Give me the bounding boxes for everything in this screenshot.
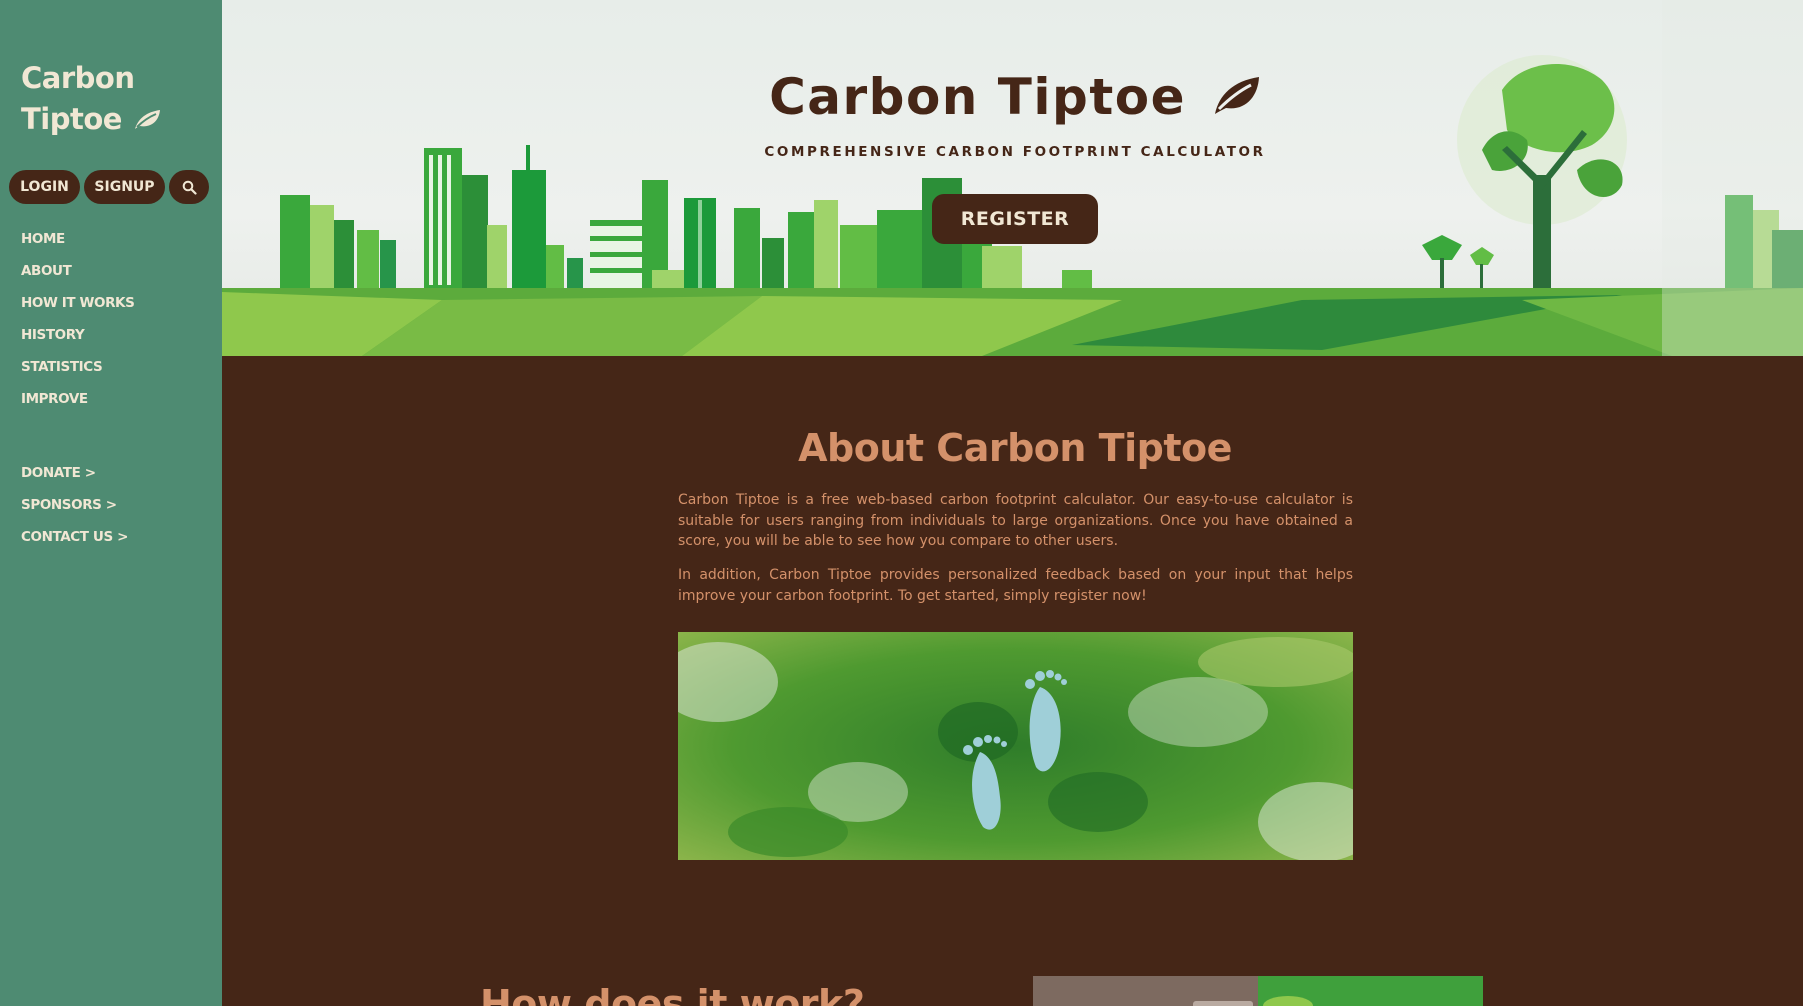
hero-banner: Carbon Tiptoe COMPREHENSIVE CARBON FOOTP… [222, 0, 1803, 356]
card-detail [1193, 1001, 1253, 1006]
secondary-nav: DONATE > SPONSORS > CONTACT US > [21, 462, 128, 558]
leaf-icon [134, 110, 160, 129]
nav-item-about[interactable]: ABOUT [21, 260, 134, 292]
hero-title-text: Carbon Tiptoe [769, 68, 1186, 126]
hero-subtitle: COMPREHENSIVE CARBON FOOTPRINT CALCULATO… [764, 144, 1266, 160]
nav-item-sponsors[interactable]: SPONSORS > [21, 494, 128, 526]
register-button[interactable]: REGISTER [932, 194, 1098, 244]
how-it-works-card [1033, 976, 1483, 1006]
about-title: About Carbon Tiptoe [798, 426, 1232, 470]
sidebar: Carbon Tiptoe LOGIN SIGNUP HOME ABOUT HO… [0, 0, 222, 1006]
how-title: How does it work? [480, 982, 865, 1006]
footprint-forest-image [678, 632, 1353, 860]
search-icon [182, 180, 197, 195]
main-nav: HOME ABOUT HOW IT WORKS HISTORY STATISTI… [21, 228, 135, 420]
about-paragraph-1: Carbon Tiptoe is a free web-based carbon… [678, 492, 1353, 549]
site-logo[interactable]: Carbon Tiptoe [21, 58, 201, 140]
leaf-icon [1214, 77, 1259, 114]
about-paragraph-2: In addition, Carbon Tiptoe provides pers… [678, 567, 1353, 604]
auth-buttons: LOGIN SIGNUP [9, 170, 209, 204]
nav-item-home[interactable]: HOME [21, 228, 134, 260]
nav-item-contact-us[interactable]: CONTACT US > [21, 526, 128, 558]
search-button[interactable] [169, 170, 209, 204]
nav-item-improve[interactable]: IMPROVE [21, 388, 134, 420]
nav-item-donate[interactable]: DONATE > [21, 462, 128, 494]
nav-item-statistics[interactable]: STATISTICS [21, 356, 134, 388]
logo-line-2: Tiptoe [21, 102, 122, 136]
login-button[interactable]: LOGIN [9, 170, 80, 204]
signup-button[interactable]: SIGNUP [84, 170, 165, 204]
nav-item-history[interactable]: HISTORY [21, 324, 134, 356]
city-skyline-illustration [222, 0, 1803, 356]
hero-title: Carbon Tiptoe [222, 68, 1803, 126]
logo-line-1: Carbon [21, 61, 135, 95]
nav-item-how-it-works[interactable]: HOW IT WORKS [21, 292, 135, 324]
